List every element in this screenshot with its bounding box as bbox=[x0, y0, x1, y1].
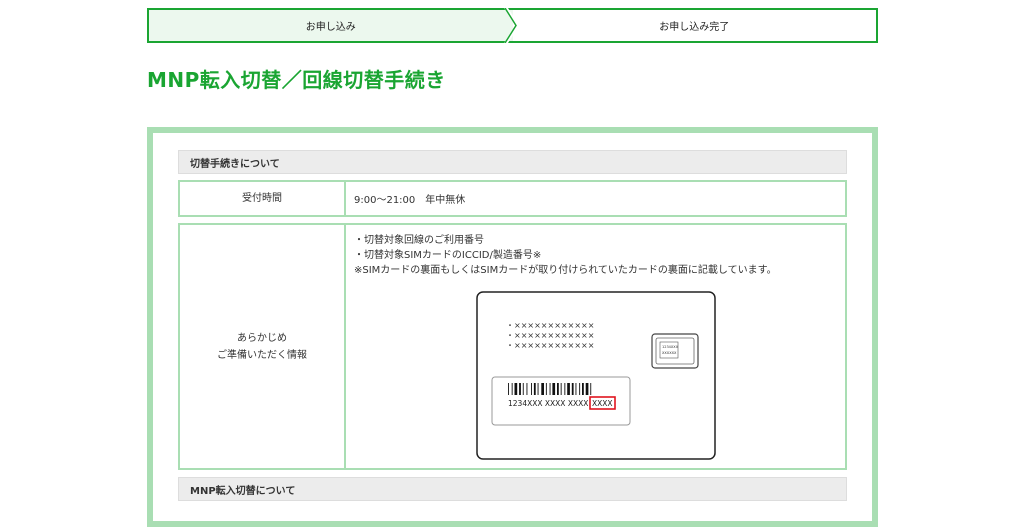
sim-chip-text-2: XXXXXX bbox=[662, 351, 677, 355]
step-indicator: お申し込み お申し込み完了 bbox=[147, 8, 878, 43]
step-complete-label: お申し込み完了 bbox=[659, 22, 730, 33]
sim-chip-icon: 1234XXX XXXXXX bbox=[651, 333, 699, 369]
hours-value: 9:00〜21:00 年中無休 bbox=[354, 195, 466, 206]
sim-masked-line-2: ・×××××××××××× bbox=[506, 331, 594, 340]
sim-chip-text-1: 1234XXX bbox=[662, 345, 679, 349]
hours-label: 受付時間 bbox=[180, 182, 346, 215]
prepare-info-label: あらかじめ ご準備いただく情報 bbox=[180, 225, 346, 468]
info-item-phone-number: ・切替対象回線のご利用番号 bbox=[354, 235, 484, 246]
prepare-info-label-line2: ご準備いただく情報 bbox=[217, 349, 307, 361]
step-chevron-icon bbox=[504, 8, 519, 43]
sim-masked-line-1: ・×××××××××××× bbox=[506, 321, 594, 330]
info-item-iccid: ・切替対象SIMカードのICCID/製造番号※ bbox=[354, 250, 542, 261]
sim-card-outline bbox=[476, 291, 716, 460]
step-application: お申し込み bbox=[149, 10, 513, 41]
step-application-label: お申し込み bbox=[305, 22, 356, 33]
barcode-number: 1234XXX XXXX XXXX bbox=[508, 399, 588, 408]
info-item-note: ※SIMカードの裏面もしくはSIMカードが取り付けられていたカードの裏面に記載し… bbox=[354, 265, 777, 276]
section-header-switch-procedure-label: 切替手続きについて bbox=[190, 158, 280, 170]
prepare-info-value: ・切替対象回線のご利用番号 ・切替対象SIMカードのICCID/製造番号※ ※S… bbox=[346, 225, 845, 468]
prepare-info-label-line1: あらかじめ bbox=[237, 332, 287, 344]
table-row-prepare-info: あらかじめ ご準備いただく情報 ・切替対象回線のご利用番号 ・切替対象SIMカー… bbox=[178, 223, 847, 470]
table-row-hours: 受付時間 9:00〜21:00 年中無休 bbox=[178, 180, 847, 217]
section-header-mnp: MNP転入切替について bbox=[178, 477, 847, 501]
section-header-mnp-label: MNP転入切替について bbox=[190, 485, 296, 497]
sim-card-illustration: ・×××××××××××× ・×××××××××××× ・×××××××××××… bbox=[476, 291, 716, 460]
step-complete: お申し込み完了 bbox=[513, 10, 877, 41]
page-title: MNP転入切替／回線切替手続き bbox=[147, 68, 446, 92]
section-header-switch-procedure: 切替手続きについて bbox=[178, 150, 847, 174]
barcode-highlight-number: XXXX bbox=[592, 399, 613, 408]
sim-masked-line-3: ・×××××××××××× bbox=[506, 341, 594, 350]
